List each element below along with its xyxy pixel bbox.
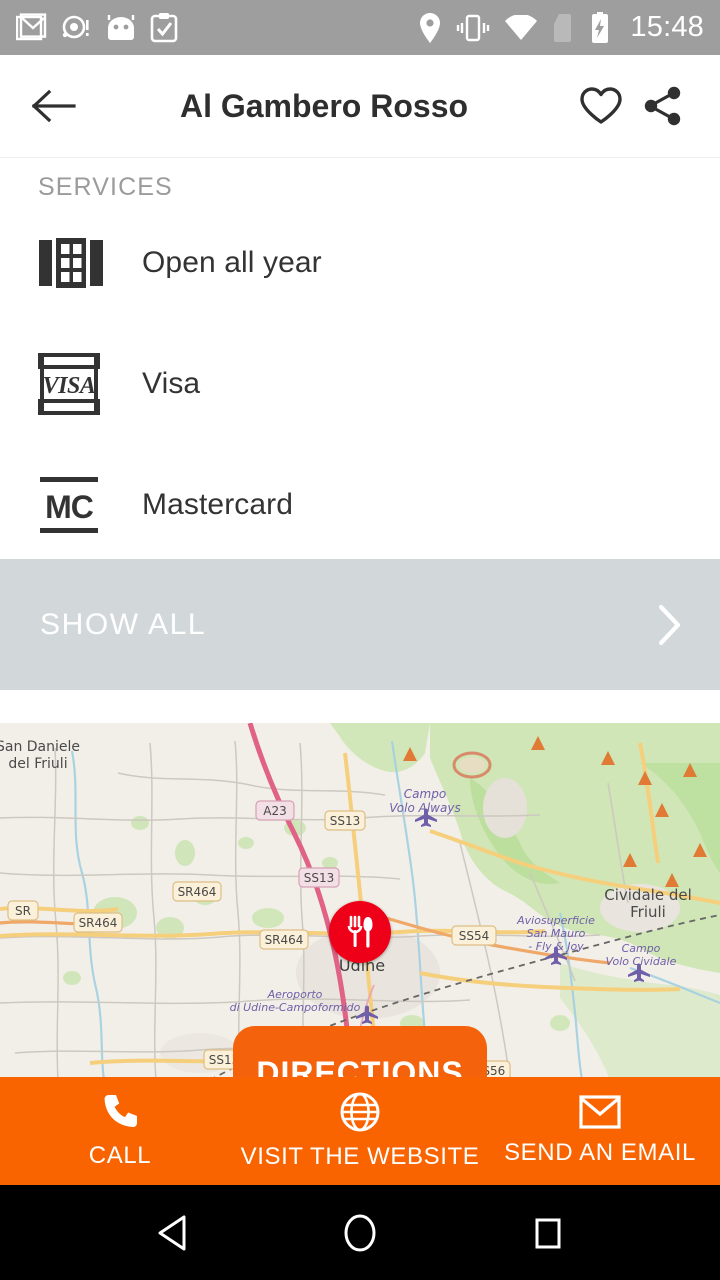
phone-icon xyxy=(104,1095,137,1128)
status-bar-system-icons: 15:48 xyxy=(418,11,704,44)
back-button[interactable] xyxy=(26,78,82,134)
send-email-label: SEND AN EMAIL xyxy=(504,1139,696,1166)
no-sim-icon xyxy=(554,13,572,42)
svg-text:SS13: SS13 xyxy=(330,814,361,828)
bottom-action-bar: CALL VISIT THE WEBSITE SEND AN EMAIL xyxy=(0,1077,720,1185)
globe-icon xyxy=(340,1092,380,1132)
service-label: Open all year xyxy=(142,245,322,279)
send-email-button[interactable]: SEND AN EMAIL xyxy=(480,1077,720,1185)
status-bar: 15:48 xyxy=(0,0,720,55)
status-bar-notification-icons xyxy=(16,12,418,43)
heart-outline-icon xyxy=(580,87,622,124)
share-button[interactable] xyxy=(632,75,694,137)
tasks-clipboard-icon xyxy=(150,12,178,42)
svg-text:Aeroporto: Aeroporto xyxy=(267,988,323,1001)
svg-text:SR464: SR464 xyxy=(178,885,217,899)
calendar-building-icon xyxy=(38,230,104,296)
visit-website-button[interactable]: VISIT THE WEBSITE xyxy=(240,1077,480,1185)
svg-text:Campo: Campo xyxy=(404,787,446,801)
service-label: Mastercard xyxy=(142,487,294,521)
directions-button[interactable]: DIRECTIONS xyxy=(233,1026,487,1080)
visit-website-label: VISIT THE WEBSITE xyxy=(240,1143,480,1170)
location-pin-icon xyxy=(420,12,441,43)
nav-home-circle-icon xyxy=(344,1214,376,1251)
services-section-title: SERVICES xyxy=(38,173,173,201)
favorite-button[interactable] xyxy=(570,75,632,137)
services-section: SERVICES Open all year VISA Visa MC Mast… xyxy=(0,159,720,565)
show-all-button[interactable]: SHOW ALL xyxy=(0,559,720,690)
svg-text:SR464: SR464 xyxy=(265,933,304,947)
mastercard-icon: MC xyxy=(38,472,104,538)
svg-text:A23: A23 xyxy=(263,804,286,818)
envelope-icon xyxy=(579,1095,621,1129)
arrow-left-icon xyxy=(32,89,76,123)
nav-back-button[interactable] xyxy=(133,1193,213,1273)
visa-card-icon: VISA xyxy=(38,351,104,417)
android-robot-icon xyxy=(107,14,135,40)
svg-text:Aviosuperficie: Aviosuperficie xyxy=(516,914,595,927)
map-marker-restaurant[interactable] xyxy=(329,901,391,963)
page-title: Al Gambero Rosso xyxy=(179,87,469,124)
share-icon xyxy=(644,86,681,126)
call-button[interactable]: CALL xyxy=(0,1077,240,1185)
restaurant-fork-knife-icon xyxy=(347,915,373,948)
svg-text:SR: SR xyxy=(15,904,31,918)
svg-text:Volo Cividale: Volo Cividale xyxy=(606,955,677,968)
svg-text:Campo: Campo xyxy=(622,942,661,955)
call-label: CALL xyxy=(88,1142,152,1169)
nav-home-button[interactable] xyxy=(320,1193,400,1273)
gmail-icon xyxy=(16,12,47,40)
nav-back-triangle-icon xyxy=(158,1215,186,1250)
map-view[interactable]: San Daniele del Friuli Udine Cividale de… xyxy=(0,723,720,1080)
status-bar-clock: 15:48 xyxy=(630,11,704,43)
svg-text:San Daniele: San Daniele xyxy=(0,739,80,755)
phone-screen: 15:48 Al Gambero Rosso SERVICES Open all… xyxy=(0,0,720,1280)
vibrate-icon xyxy=(457,14,490,41)
wifi-icon xyxy=(505,14,538,40)
service-label: Visa xyxy=(142,366,201,400)
android-navigation-bar xyxy=(0,1185,720,1280)
service-row-mastercard[interactable]: MC Mastercard xyxy=(0,444,720,565)
battery-charging-icon xyxy=(592,11,609,43)
svg-text:Cividale del: Cividale del xyxy=(604,886,691,904)
svg-text:VISA: VISA xyxy=(43,373,96,399)
service-row-visa[interactable]: VISA Visa xyxy=(0,323,720,444)
svg-text:SS13: SS13 xyxy=(304,871,335,885)
nav-recents-square-icon xyxy=(535,1218,561,1248)
svg-text:SR464: SR464 xyxy=(79,916,118,930)
svg-text:SS54: SS54 xyxy=(459,929,490,943)
svg-text:di Udine-Campoformido: di Udine-Campoformido xyxy=(230,1001,361,1014)
chevron-right-icon xyxy=(658,604,681,645)
nav-recents-button[interactable] xyxy=(507,1193,587,1273)
svg-text:San Mauro: San Mauro xyxy=(527,927,586,940)
notification-dot-icon xyxy=(62,15,89,38)
service-row-open-all-year[interactable]: Open all year xyxy=(0,202,720,323)
svg-text:MC: MC xyxy=(45,489,94,525)
show-all-label: SHOW ALL xyxy=(40,607,207,641)
app-bar: Al Gambero Rosso xyxy=(0,55,720,158)
svg-text:Friuli: Friuli xyxy=(630,903,666,921)
svg-text:del Friuli: del Friuli xyxy=(8,756,67,772)
